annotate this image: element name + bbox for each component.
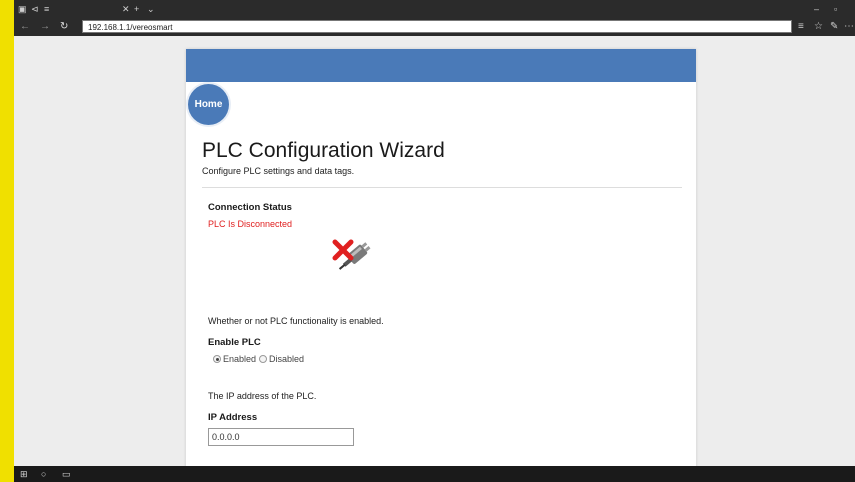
connection-status-text: PLC Is Disconnected xyxy=(208,219,293,229)
back-icon[interactable]: ← xyxy=(20,21,30,33)
maximize-icon[interactable]: ▫ xyxy=(834,3,837,15)
tab-list-icon[interactable]: ≡ xyxy=(44,3,49,15)
enable-plc-label: Enable PLC xyxy=(208,337,261,348)
ip-address-label: IP Address xyxy=(208,412,258,423)
page-subtitle: Configure PLC settings and data tags. xyxy=(202,166,355,176)
close-tab-icon[interactable]: ✕ xyxy=(122,3,130,15)
refresh-icon[interactable]: ↻ xyxy=(60,21,68,33)
new-tab-icon[interactable]: + xyxy=(134,3,139,15)
task-view-icon[interactable]: ▭ xyxy=(62,468,71,480)
browser-navbar: ← → ↻ 192.168.1.1/vereosmart ≡ ☆ ✎ ⋯ xyxy=(14,18,855,36)
wizard-card: Home PLC Configuration Wizard Configure … xyxy=(186,49,696,482)
browser-titlebar: ▣ ⊲ ≡ ✕ + ⌄ – ▫ xyxy=(14,0,855,18)
address-bar[interactable]: 192.168.1.1/vereosmart xyxy=(82,20,792,33)
radio-enabled-label[interactable]: Enabled xyxy=(223,354,256,364)
enable-plc-options: Enabled Disabled xyxy=(213,354,307,364)
card-header xyxy=(186,49,696,82)
home-button[interactable]: Home xyxy=(188,84,229,125)
favorites-icon[interactable]: ☆ xyxy=(814,21,823,33)
divider xyxy=(202,187,682,188)
start-icon[interactable]: ⊞ xyxy=(20,468,28,480)
forward-icon[interactable]: → xyxy=(40,21,50,33)
ip-address-input[interactable]: 0.0.0.0 xyxy=(208,428,354,446)
minimize-icon[interactable]: – xyxy=(814,3,819,15)
screen: ▣ ⊲ ≡ ✕ + ⌄ – ▫ ← → ↻ 192.168.1.1/vereos… xyxy=(14,0,855,482)
chevron-down-icon[interactable]: ⌄ xyxy=(147,3,155,15)
radio-disabled[interactable] xyxy=(259,355,268,363)
page-title: PLC Configuration Wizard xyxy=(202,139,445,162)
tab-icon[interactable]: ▣ xyxy=(18,3,27,15)
tab-preview-icon[interactable]: ⊲ xyxy=(31,3,39,15)
disconnected-plug-icon xyxy=(332,239,371,270)
notes-icon[interactable]: ✎ xyxy=(830,21,838,33)
radio-disabled-label[interactable]: Disabled xyxy=(269,354,304,364)
enable-plc-description: Whether or not PLC functionality is enab… xyxy=(208,316,384,326)
radio-enabled[interactable] xyxy=(213,355,221,363)
more-icon[interactable]: ⋯ xyxy=(844,21,854,33)
search-icon[interactable]: ○ xyxy=(41,468,46,480)
connection-status-label: Connection Status xyxy=(208,202,292,213)
reading-view-icon[interactable]: ≡ xyxy=(798,21,804,33)
taskbar: ⊞ ○ ▭ xyxy=(14,466,855,482)
ip-description: The IP address of the PLC. xyxy=(208,391,317,401)
